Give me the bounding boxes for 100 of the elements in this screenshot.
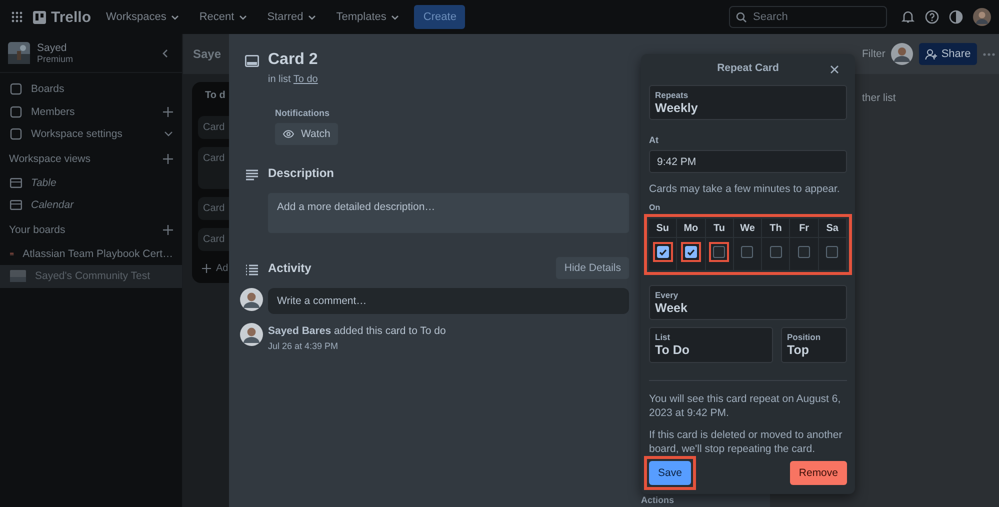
add-icon[interactable]: [202, 264, 211, 272]
workspace-name: Sayed: [37, 42, 68, 54]
repeats-select[interactable]: Repeats Weekly: [649, 84, 847, 120]
nav-menu[interactable]: Workspaces: [101, 8, 184, 26]
chevron-icon: [171, 14, 180, 20]
add-card-link[interactable]: Ad: [216, 262, 228, 274]
board-card[interactable]: Card: [198, 116, 229, 139]
hide-details-button[interactable]: Hide Details: [556, 257, 629, 279]
sidebar-item-icon: [10, 106, 22, 118]
sidebar-item[interactable]: Boards: [31, 83, 173, 96]
card-title[interactable]: Card 2: [268, 51, 318, 69]
board-logo-icon: [33, 10, 46, 24]
add-icon[interactable]: [163, 106, 173, 117]
sidebar-item-icon: [10, 128, 22, 140]
weekday-label: Mo: [677, 219, 705, 238]
share-button[interactable]: Share: [919, 43, 977, 65]
day-checkbox[interactable]: [713, 246, 726, 258]
board-card[interactable]: Card: [198, 147, 229, 189]
section-heading: Workspace views: [9, 152, 90, 164]
board-card[interactable]: Card: [198, 197, 229, 220]
board-item[interactable]: Sayed's Community Test: [0, 265, 182, 288]
search-field[interactable]: Search: [729, 6, 887, 28]
activity-icon: [245, 264, 259, 276]
list-title: To d: [204, 90, 226, 103]
section-label: Actions: [641, 495, 676, 505]
summary-text: You will see this card repeat on August 6, 2023 at 9:42 PM.: [649, 392, 842, 421]
chevron-icon: [391, 14, 400, 20]
watch-button[interactable]: Watch: [275, 123, 338, 145]
section-heading: Activity: [268, 261, 312, 275]
eye-icon: [283, 130, 294, 138]
sidebar-item[interactable]: Calendar: [31, 199, 173, 212]
day-checkbox[interactable]: [798, 246, 810, 258]
list-caption: in list: [268, 74, 291, 85]
add-list-button[interactable]: ther list: [862, 92, 896, 104]
more-icon[interactable]: [982, 52, 995, 56]
section-heading: Your boards: [9, 224, 66, 236]
close-icon[interactable]: [830, 65, 839, 74]
workspace-plan: Premium: [37, 54, 74, 64]
sidebar-item[interactable]: Workspace settings: [31, 128, 155, 140]
day-checkbox[interactable]: [770, 246, 782, 258]
filter-button[interactable]: Filter: [862, 48, 886, 60]
comment-field[interactable]: Write a comment…: [268, 288, 629, 314]
position-select[interactable]: Position Top: [781, 327, 847, 364]
chevron-icon: [308, 14, 316, 20]
card-icon: [245, 55, 259, 67]
apps-grid-icon[interactable]: [11, 11, 23, 23]
add-member-icon: [925, 48, 938, 60]
notifications-label: Notifications: [275, 108, 330, 118]
weekday-label: We: [734, 219, 762, 238]
section-heading: Description: [268, 166, 334, 180]
day-checkbox[interactable]: [741, 246, 754, 258]
search-icon: [736, 12, 747, 23]
list-link[interactable]: To do: [293, 74, 318, 85]
avatar-icon: [240, 323, 263, 346]
add-icon[interactable]: [163, 154, 173, 164]
warning-text: If this card is deleted or moved to another board, we'll stop repeating the card.: [649, 428, 844, 456]
day-checkbox[interactable]: [656, 246, 669, 258]
day-checkbox[interactable]: [684, 246, 697, 258]
description-icon: [245, 169, 259, 181]
hint-text: Cards may take a few minutes to appear.: [649, 183, 841, 196]
save-button[interactable]: Save: [649, 461, 691, 485]
help-icon[interactable]: [925, 10, 939, 24]
weekday-label: Sa: [818, 219, 846, 238]
chevron-icon[interactable]: [164, 131, 173, 138]
activity-text: Sayed Bares added this card to To do: [268, 325, 446, 337]
sidebar-item-icon: [10, 83, 22, 96]
collapse-icon[interactable]: [162, 48, 168, 58]
weekday-label: Su: [649, 219, 676, 238]
avatar-icon[interactable]: [891, 43, 914, 65]
app-logo-text[interactable]: Trello: [51, 8, 92, 26]
board-title: Saye: [193, 47, 222, 61]
time-field[interactable]: 9:42 PM: [649, 150, 847, 174]
board-card[interactable]: Card: [198, 228, 229, 251]
nav-menu[interactable]: Starred: [262, 8, 322, 26]
view-icon: [10, 200, 22, 210]
create-button[interactable]: Create: [414, 5, 466, 29]
field-label: At: [649, 135, 660, 146]
day-checkbox[interactable]: [826, 246, 838, 258]
list-select[interactable]: List To Do: [649, 327, 773, 364]
view-icon: [10, 178, 22, 188]
weekday-label: Fr: [790, 219, 818, 238]
field-label: On: [649, 203, 662, 212]
nav-menu[interactable]: Templates: [331, 8, 404, 26]
bell-icon[interactable]: [901, 10, 915, 24]
avatar-icon: [240, 288, 263, 311]
avatar-icon[interactable]: [973, 8, 991, 26]
every-select[interactable]: Every Week: [649, 285, 847, 320]
add-icon[interactable]: [163, 224, 173, 234]
activity-time[interactable]: Jul 26 at 4:39 PM: [268, 341, 446, 351]
remove-button[interactable]: Remove: [790, 461, 847, 485]
chevron-icon: [239, 14, 248, 20]
sidebar-item[interactable]: Members: [31, 106, 154, 118]
weekday-label: Tu: [706, 219, 733, 238]
board-item[interactable]: Atlassian Team Playbook Cert…: [0, 242, 182, 265]
sidebar-item[interactable]: Table: [31, 176, 173, 189]
weekday-label: Th: [762, 219, 790, 238]
contrast-icon[interactable]: [949, 10, 963, 24]
nav-menu[interactable]: Recent: [194, 8, 252, 26]
popover-title: Repeat Card: [717, 62, 779, 74]
description-field[interactable]: Add a more detailed description…: [268, 193, 629, 233]
